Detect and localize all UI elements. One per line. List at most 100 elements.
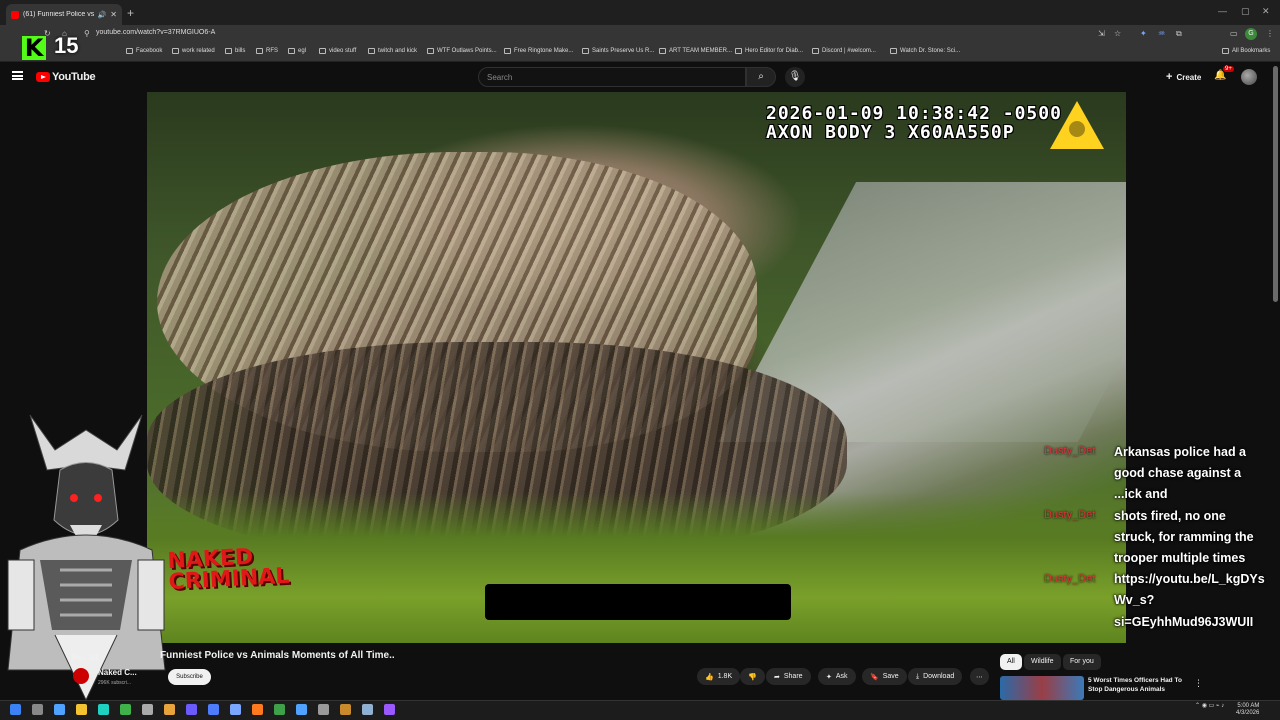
thumbs-down-icon: 👎 (748, 673, 757, 681)
url-field[interactable]: youtube.com/watch?v=37RMGIUO6-A (96, 29, 215, 36)
youtube-favicon-icon (11, 10, 19, 19)
share-button[interactable]: ➦ Share (766, 668, 811, 685)
extensions-puzzle-icon[interactable]: ⧉ (1176, 29, 1182, 39)
bookmark-item[interactable]: Saints Preserve Us R... (582, 48, 654, 54)
like-button[interactable]: 👍 1.8K (697, 668, 741, 685)
app-icon[interactable] (186, 704, 197, 715)
settings-icon[interactable] (362, 704, 373, 715)
youtube-wordmark[interactable]: YouTube (52, 71, 96, 83)
bookmark-item[interactable]: WTF Outlaws Points... (427, 48, 497, 54)
recommended-thumbnail[interactable] (1000, 676, 1084, 700)
mic-icon: 🎙 (788, 71, 802, 82)
share-icon: ➦ (774, 673, 780, 681)
bookmark-item[interactable]: video stuff (319, 48, 356, 54)
chat-message-line: struck, for ramming the (1114, 529, 1254, 544)
viewer-count: 15 (54, 33, 79, 58)
search-icon[interactable] (32, 704, 43, 715)
file-explorer-icon[interactable] (54, 704, 65, 715)
firefox-icon[interactable] (252, 704, 263, 715)
bookmark-item[interactable]: Free Ringtone Make... (504, 48, 573, 54)
editor-icon[interactable] (340, 704, 351, 715)
close-tab-icon[interactable]: ✕ (110, 10, 117, 19)
chat-message-line: trooper multiple times (1114, 551, 1246, 565)
chat-message-line: si=GEyhhMud96J3WUII (1114, 614, 1254, 629)
bookmark-item[interactable]: ART TEAM MEMBER... (659, 48, 732, 54)
all-bookmarks[interactable]: All Bookmarks (1222, 48, 1270, 54)
logo-line-2: CRIMINAL (167, 563, 290, 596)
bookmark-icon (812, 48, 819, 54)
profile-avatar[interactable]: G (1245, 28, 1257, 40)
subscribe-button[interactable]: Subscribe (168, 669, 211, 685)
bookmark-item[interactable]: bills (225, 48, 245, 54)
bookmark-item[interactable]: twitch and kick (368, 48, 417, 54)
close-window-button[interactable]: ✕ (1262, 6, 1270, 17)
chat-username: Dusty_Det (1044, 445, 1096, 457)
steam-icon[interactable] (142, 704, 153, 715)
clock[interactable]: 5:00 AM 4/3/2026 (1236, 703, 1259, 717)
bookmark-item[interactable]: Hero Editor for Diab... (735, 48, 803, 54)
install-icon[interactable]: ⇲ (1098, 29, 1105, 38)
kebab-menu-icon[interactable]: ⋮ (1266, 29, 1274, 38)
save-button[interactable]: 🔖 Save (862, 668, 907, 685)
tray-icons[interactable]: ⌃ ◉ ▭ ⌁ ♪ (1195, 703, 1224, 710)
bookmark-icon (319, 48, 326, 54)
recommended-title[interactable]: 5 Worst Times Officers Had To Stop Dange… (1088, 676, 1188, 694)
app-icon-2[interactable] (230, 704, 241, 715)
game-icon[interactable] (120, 704, 131, 715)
page-scrollbar[interactable] (1273, 66, 1278, 302)
bookmark-item[interactable]: egl (288, 48, 306, 54)
chip-wildlife[interactable]: Wildlife (1024, 654, 1061, 670)
bodycam-stamp: 2026-01-09 10:38:42 -0500 AXON BODY 3 X6… (766, 104, 1062, 142)
axon-logo-icon (1050, 101, 1104, 149)
bookmark-item[interactable]: RFS (256, 48, 278, 54)
video-player[interactable]: 2026-01-09 10:38:42 -0500 AXON BODY 3 X6… (147, 92, 1126, 643)
browser-tab-bar (0, 0, 1280, 25)
vlc-icon[interactable] (164, 704, 175, 715)
bookmark-icon (735, 48, 742, 54)
extension-icon[interactable]: ✦ (1140, 29, 1147, 38)
bookmark-item[interactable]: Watch Dr. Stone: Sci... (890, 48, 960, 54)
windows-start-icon[interactable] (10, 704, 21, 715)
teams-icon[interactable] (98, 704, 109, 715)
site-info-icon[interactable]: ⚲ (84, 29, 90, 38)
chip-for-you[interactable]: For you (1063, 654, 1101, 670)
search-button[interactable]: ⌕ (746, 67, 776, 87)
bookmark-item[interactable]: Facebook (126, 48, 162, 54)
new-tab-button[interactable]: + (127, 6, 134, 20)
chip-all[interactable]: All (1000, 654, 1022, 670)
bookmark-label: ART TEAM MEMBER... (669, 48, 733, 54)
ask-button[interactable]: ✦ Ask (818, 668, 856, 685)
clock-date: 4/3/2026 (1236, 710, 1260, 716)
search-input[interactable]: Search (478, 67, 746, 87)
bookmark-item[interactable]: Discord | #welcom... (812, 48, 876, 54)
more-actions-button[interactable]: ⋯ (970, 668, 989, 685)
download-button[interactable]: ⤓ Download (908, 668, 963, 685)
chrome-icon[interactable] (274, 704, 285, 715)
channel-name[interactable]: Naked C... (98, 668, 137, 677)
dislike-button[interactable]: 👎 (740, 668, 765, 685)
channel-avatar[interactable] (73, 668, 89, 684)
bodycam-timestamp: 2026-01-09 10:38:42 -0500 (766, 103, 1062, 124)
bookmark-label: video stuff (329, 48, 357, 54)
extension-icon-2[interactable]: ♒ (1158, 29, 1165, 38)
terminal-icon[interactable] (318, 704, 329, 715)
bookmark-item[interactable]: work related (172, 48, 215, 54)
create-button[interactable]: + Create (1160, 68, 1207, 86)
account-avatar[interactable] (1241, 69, 1257, 85)
recommended-more-icon[interactable]: ⋮ (1194, 678, 1203, 689)
mail-icon[interactable] (208, 704, 219, 715)
tab-title: (61) Funniest Police vs Ani (23, 11, 94, 18)
star-icon[interactable]: ☆ (1114, 29, 1121, 38)
folder-icon[interactable] (76, 704, 87, 715)
hamburger-menu-icon[interactable] (12, 71, 23, 80)
maximize-button[interactable]: ▢ (1241, 6, 1250, 17)
edge-icon[interactable] (296, 704, 307, 715)
sidebar-icon[interactable]: ▭ (1230, 29, 1238, 38)
obs-icon[interactable] (384, 704, 395, 715)
minimize-button[interactable]: — (1218, 6, 1227, 16)
voice-search-button[interactable]: 🎙 (785, 67, 805, 87)
browser-tab[interactable]: (61) Funniest Police vs Ani 🔊 ✕ (6, 4, 122, 25)
bookmark-label: Discord | #welcom... (822, 48, 876, 54)
youtube-logo-icon[interactable] (36, 72, 50, 82)
video-frame (147, 92, 1126, 643)
